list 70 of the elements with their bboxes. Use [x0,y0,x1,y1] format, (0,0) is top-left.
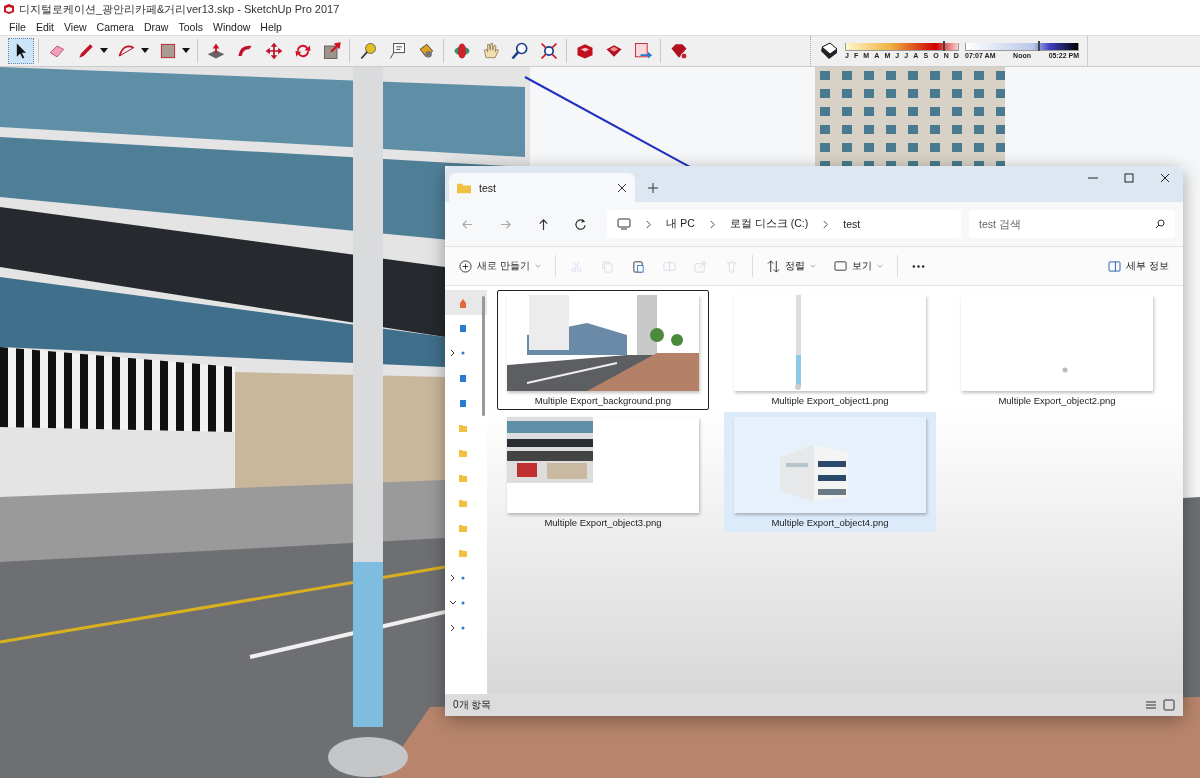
chevron-down-icon [809,264,816,268]
details-button[interactable]: 세부 정보 [1100,251,1177,281]
caret-icon[interactable] [100,48,108,54]
menu-item[interactable]: Camera [91,20,139,33]
command-button[interactable]: 정렬 [758,251,824,281]
close-icon[interactable] [1160,173,1170,183]
menu-item[interactable]: Draw [138,20,174,33]
zoom-icon [509,41,530,61]
panel-icon [1108,260,1122,272]
window-title: 디지털로케이션_광안리카페&거리ver13.skp - SketchUp Pro 2017 [19,1,340,17]
scale-icon [321,41,342,61]
chevron-right-icon[interactable] [449,623,457,632]
slider-thumb[interactable] [1037,41,1040,51]
address-bar[interactable]: 내 PC 로컬 디스크 (C:) test [607,210,961,238]
slider-track[interactable] [965,43,1079,51]
chevron-down-icon[interactable] [449,598,457,607]
thumbnail-tile[interactable]: Multiple Export_object4.png [724,412,936,532]
sheet-arrow-icon [632,41,653,61]
chevron-down-icon [534,264,541,268]
caret-icon[interactable] [182,48,190,54]
drive-icon[interactable] [459,322,467,333]
gem-icon [668,41,689,61]
menu-item[interactable]: Help [255,20,287,33]
slider-thumb[interactable] [943,41,946,51]
command-button[interactable]: 새로 만들기 [451,251,549,281]
item-count: 0개 항목 [453,698,493,712]
file-name: Multiple Export_background.png [534,395,672,406]
breadcrumb-item[interactable]: 내 PC [666,217,695,231]
scrollbar[interactable] [482,296,485,416]
menu-item[interactable]: View [59,20,92,33]
slider-track[interactable] [845,43,959,51]
breadcrumb-item[interactable]: test [843,218,861,230]
plus-icon[interactable] [648,183,658,193]
chevron-right-icon[interactable] [449,573,457,582]
search-field[interactable]: test 검색 [969,210,1175,238]
search-icon [1155,219,1165,229]
chevron-right-icon[interactable] [449,348,457,357]
caret-icon[interactable] [141,48,149,54]
menu-item[interactable]: Tools [173,20,208,33]
drive-icon[interactable] [459,372,467,383]
file-name: Multiple Export_object1.png [771,395,889,406]
push-pull-icon [205,41,226,61]
tool-button[interactable] [7,38,34,64]
breadcrumb-item[interactable]: 로컬 디스크 (C:) [729,217,809,231]
file-name: Multiple Export_object2.png [998,395,1116,406]
menu-item[interactable]: File [4,20,31,33]
refresh-icon[interactable] [574,217,588,231]
menu-item[interactable]: Window [208,20,256,33]
app-logo-icon [3,3,15,15]
chevron-icon [708,219,716,229]
chevron-icon [645,219,653,229]
command-button[interactable]: 보기 [825,251,891,281]
menu-item[interactable]: Edit [30,20,59,33]
file-name: Multiple Export_object3.png [544,517,662,528]
tiles-view-icon[interactable] [1163,699,1175,711]
close-icon[interactable] [617,182,627,193]
tab[interactable]: test [449,173,635,202]
file-name: Multiple Export_object4.png [771,517,889,528]
drive-icon[interactable] [459,397,467,408]
thumbnail-tile[interactable]: Multiple Export_background.png [497,290,709,410]
move-arrows-icon [263,41,284,61]
chevron-down-icon [876,264,883,268]
list-view-icon[interactable] [1145,699,1157,711]
monitor-icon [617,218,632,230]
house-icon[interactable] [459,297,467,308]
zoom-extents-icon [538,41,559,61]
folder-icon [457,181,471,194]
maximize-icon[interactable] [1124,173,1134,183]
chevron-icon [822,219,830,229]
shadow-icon[interactable] [819,41,839,61]
